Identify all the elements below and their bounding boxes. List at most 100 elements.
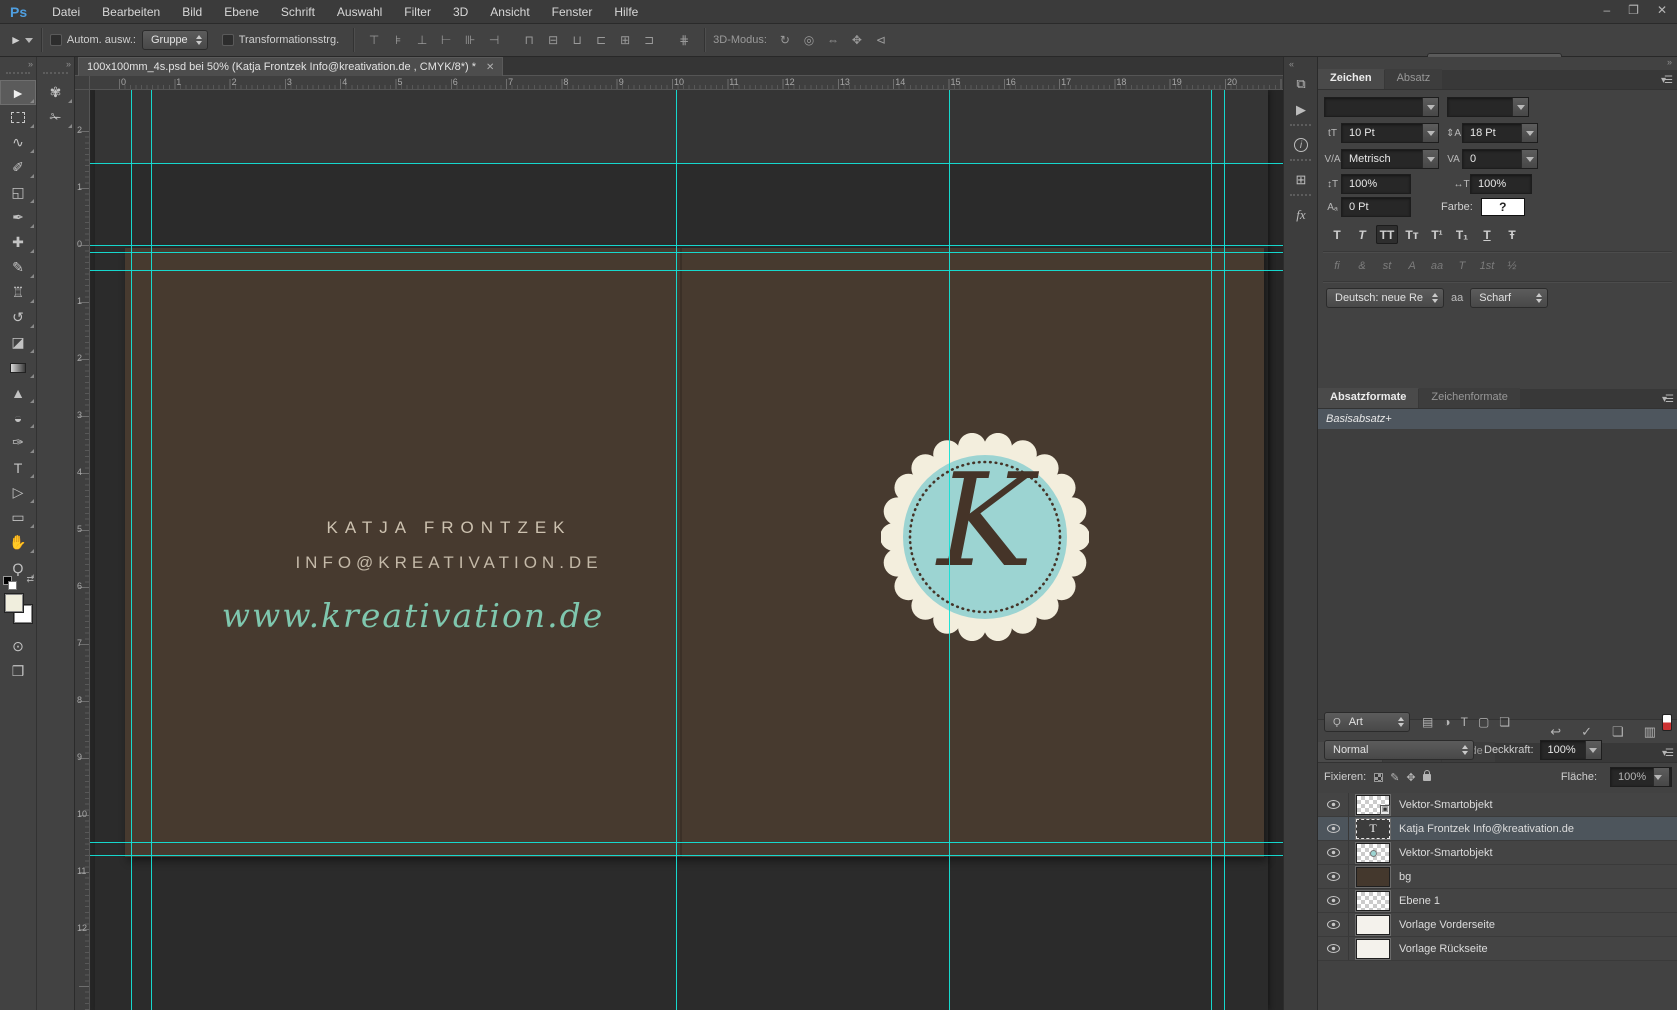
quick-selection-tool[interactable]: ✐ — [0, 155, 36, 180]
horizontal-guide[interactable] — [90, 163, 1283, 164]
default-colors-icon[interactable] — [3, 576, 12, 585]
tab-absatzformate[interactable]: Absatzformate — [1318, 388, 1418, 408]
vertical-guide[interactable] — [131, 90, 132, 1010]
toolbox-grip[interactable] — [6, 72, 30, 79]
dock-expand-icon[interactable]: « — [1284, 57, 1317, 71]
filter-smart-objects-icon[interactable]: ❏ — [1499, 715, 1510, 729]
history-brush-tool[interactable]: ↺ — [0, 305, 36, 330]
lock-position-icon[interactable]: ✥ — [1406, 771, 1415, 784]
distribute-top-edges-icon[interactable]: ⊓ — [518, 30, 540, 50]
histogram-panel-icon[interactable]: ⊞ — [1284, 167, 1318, 193]
baseline-shift-field[interactable]: 0 Pt — [1341, 197, 1411, 217]
font-style-dropdown[interactable] — [1447, 97, 1529, 117]
ordinals-button[interactable]: 1st — [1476, 257, 1498, 275]
mixer-brush-icon[interactable]: ✁ — [37, 105, 74, 130]
menu-schrift[interactable]: Schrift — [270, 5, 326, 19]
tab-zeichen[interactable]: Zeichen — [1318, 69, 1384, 89]
path-selection-tool[interactable]: ▷ — [0, 480, 36, 505]
titling-alternates-button[interactable]: T — [1451, 257, 1473, 275]
filter-adjustment-layers-icon[interactable]: ◑ — [1443, 715, 1450, 729]
layer-name[interactable]: Vektor-Smartobjekt — [1399, 847, 1493, 859]
info-panel-icon[interactable]: i — [1284, 132, 1318, 158]
menu-filter[interactable]: Filter — [393, 5, 442, 19]
layer-row[interactable]: Vorlage Vorderseite — [1318, 913, 1677, 937]
vertical-ruler[interactable]: 210123456789101112 — [75, 90, 90, 1010]
layer-row[interactable]: ▣ Vektor-Smartobjekt — [1318, 793, 1677, 817]
all-caps-button[interactable]: TT — [1376, 225, 1398, 244]
superscript-button[interactable]: T¹ — [1426, 225, 1448, 244]
layer-thumbnail[interactable] — [1356, 939, 1390, 959]
type-tool[interactable]: T — [0, 455, 36, 480]
restore-button[interactable]: ❐ — [1628, 3, 1639, 17]
stylistic-alternates-button[interactable]: aa — [1426, 257, 1448, 275]
rectangle-tool[interactable]: ▭ — [0, 505, 36, 530]
layer-visibility-eye-icon[interactable] — [1327, 800, 1340, 809]
layer-name[interactable]: Ebene 1 — [1399, 895, 1440, 907]
align-bottom-edges-icon[interactable]: ⊥ — [411, 30, 433, 50]
menu-datei[interactable]: Datei — [41, 5, 91, 19]
clone-stamp-tool[interactable]: ♖ — [0, 280, 36, 305]
menu-hilfe[interactable]: Hilfe — [603, 5, 649, 19]
layer-thumbnail[interactable]: ▣ — [1356, 795, 1390, 815]
eraser-tool[interactable]: ◪ — [0, 330, 36, 355]
vertical-scale-field[interactable]: 100% — [1341, 174, 1411, 194]
tab-zeichenformate[interactable]: Zeichenformate — [1419, 388, 1519, 408]
move-tool[interactable]: ► — [0, 80, 36, 105]
auto-select-checkbox[interactable] — [50, 34, 62, 46]
menu-bearbeiten[interactable]: Bearbeiten — [91, 5, 171, 19]
layer-visibility-eye-icon[interactable] — [1327, 896, 1340, 905]
distribute-vertical-centers-icon[interactable]: ⊟ — [542, 30, 564, 50]
pen-tool[interactable]: ✑ — [0, 430, 36, 455]
3d-pan-icon[interactable]: ⇔ — [822, 30, 844, 50]
horizontal-guide[interactable] — [90, 252, 1283, 253]
horizontal-guide[interactable] — [90, 245, 1283, 246]
hand-tool[interactable]: ✋ — [0, 530, 36, 555]
canvas-area[interactable]: KATJA FRONTZEK INFO@KREATIVATION.DE www.… — [90, 90, 1283, 1010]
layer-name[interactable]: Vektor-Smartobjekt — [1399, 799, 1493, 811]
layer-thumbnail[interactable] — [1356, 843, 1390, 863]
align-right-edges-icon[interactable]: ⊣ — [483, 30, 505, 50]
layer-row[interactable]: bg — [1318, 865, 1677, 889]
antialias-dropdown[interactable]: Scharf — [1470, 288, 1548, 308]
quick-mask-button[interactable]: ⊙ — [0, 634, 36, 659]
layer-filter-toggle[interactable] — [1662, 714, 1672, 731]
vertical-guide[interactable] — [1211, 90, 1212, 1010]
language-dropdown[interactable]: Deutsch: neue Re... — [1326, 288, 1444, 308]
opacity-field[interactable]: 100% — [1540, 740, 1602, 760]
filter-type-layers-icon[interactable]: T — [1461, 715, 1468, 729]
menu-ansicht[interactable]: Ansicht — [479, 5, 540, 19]
lasso-tool[interactable]: ∿ — [0, 130, 36, 155]
foreground-color-swatch[interactable] — [4, 593, 24, 613]
layer-name[interactable]: Vorlage Vorderseite — [1399, 919, 1495, 931]
leading-dropdown[interactable]: 18 Pt — [1462, 123, 1538, 143]
ligatures-button[interactable]: fi — [1326, 257, 1348, 275]
distribute-bottom-edges-icon[interactable]: ⊔ — [566, 30, 588, 50]
menu-auswahl[interactable]: Auswahl — [326, 5, 393, 19]
swap-colors-icon[interactable]: ⇄ — [26, 574, 34, 585]
show-transform-checkbox[interactable] — [222, 34, 234, 46]
layer-thumbnail[interactable] — [1356, 915, 1390, 935]
menu-fenster[interactable]: Fenster — [541, 5, 604, 19]
panel-menu-icon[interactable] — [1662, 394, 1672, 405]
blur-tool[interactable]: ▲ — [0, 380, 36, 405]
3d-roll-icon[interactable]: ◎ — [798, 30, 820, 50]
layer-visibility-eye-icon[interactable] — [1327, 824, 1340, 833]
horizontal-guide[interactable] — [90, 855, 1283, 856]
align-vertical-centers-icon[interactable]: ⊧ — [387, 30, 409, 50]
tracking-dropdown[interactable]: 0 — [1462, 149, 1538, 169]
close-button[interactable]: ✕ — [1657, 3, 1667, 17]
horizontal-ruler[interactable]: 01234567891011121314151617181920 — [90, 76, 1283, 90]
horizontal-guide[interactable] — [90, 842, 1283, 843]
layer-row[interactable]: Ebene 1 — [1318, 889, 1677, 913]
layer-comps-panel-icon[interactable]: fx — [1284, 202, 1318, 228]
layer-name[interactable]: Katja Frontzek Info@kreativation.de — [1399, 823, 1574, 835]
align-left-edges-icon[interactable]: ⊢ — [435, 30, 457, 50]
brush-tool[interactable]: ✎ — [0, 255, 36, 280]
distribute-right-edges-icon[interactable]: ⊐ — [638, 30, 660, 50]
kerning-dropdown[interactable]: Metrisch — [1341, 149, 1439, 169]
layer-name[interactable]: bg — [1399, 871, 1411, 883]
vertical-guide[interactable] — [949, 90, 950, 1010]
dock-grip[interactable] — [43, 72, 68, 79]
3d-camera-icon[interactable]: ⊲ — [870, 30, 892, 50]
strikethrough-button[interactable]: Ŧ — [1501, 225, 1523, 244]
